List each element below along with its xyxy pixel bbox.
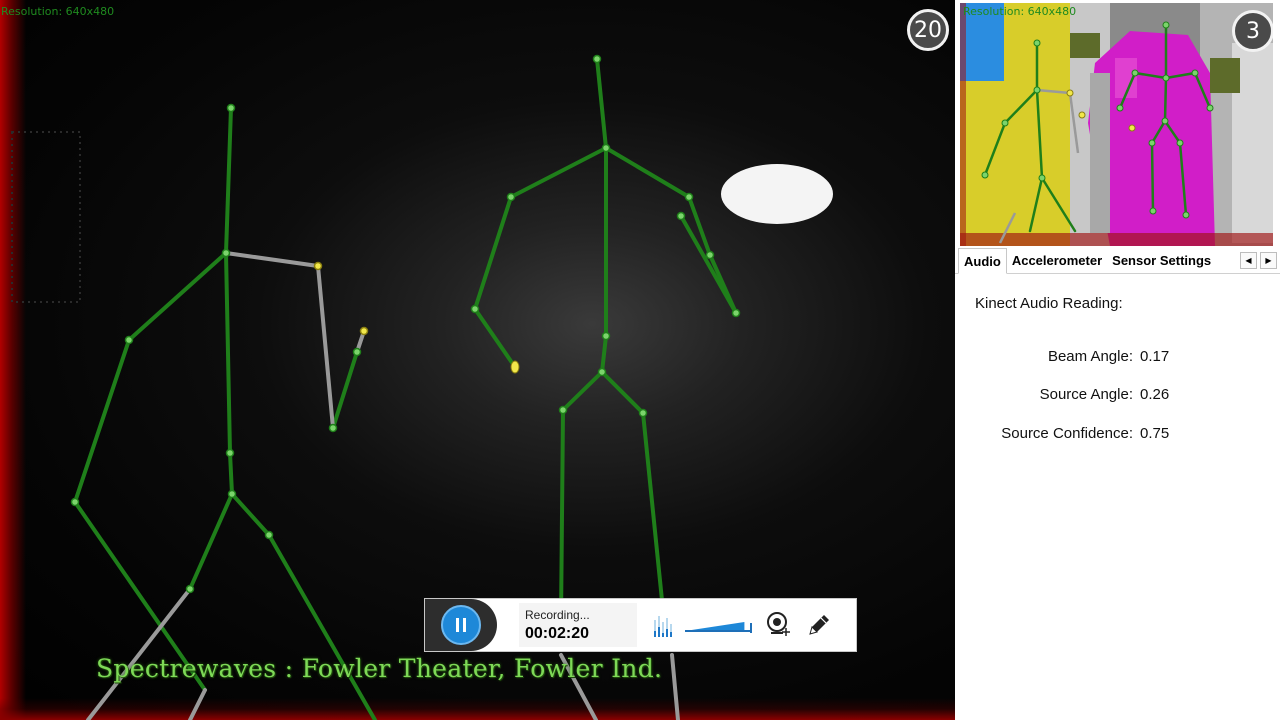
tab-scroll-left-button[interactable]: ◀ (1240, 252, 1257, 269)
beam-angle-label: Beam Angle: (1047, 348, 1133, 365)
preview-resolution-label: Resolution: 640x480 (963, 5, 1077, 18)
venue-caption: Spectrewaves : Fowler Theater, Fowler In… (96, 654, 663, 683)
tab-accelerometer[interactable]: Accelerometer (1007, 248, 1107, 273)
source-confidence-value: 0.75 (1140, 425, 1170, 442)
source-angle-label: Source Angle: (1039, 386, 1133, 403)
beam-angle-row: Beam Angle: 0.17 (955, 348, 1280, 365)
audio-reading-title: Kinect Audio Reading: (975, 295, 1123, 312)
tab-scroll-right-button[interactable]: ▶ (1260, 252, 1277, 269)
tab-audio[interactable]: Audio (958, 248, 1007, 274)
player-count-badge: 3 (1232, 10, 1273, 52)
draw-button[interactable] (805, 610, 833, 640)
audio-meter-button[interactable] (651, 610, 675, 640)
recording-status-box: Recording... 00:02:20 (519, 603, 637, 647)
skeleton-left (70, 103, 377, 720)
bright-light-spot (721, 164, 833, 224)
source-confidence-label: Source Confidence: (1001, 425, 1133, 442)
tab-sensor-settings[interactable]: Sensor Settings (1107, 248, 1216, 273)
pencil-icon (809, 615, 829, 635)
beam-angle-value: 0.17 (1140, 348, 1170, 365)
chevron-left-icon: ◀ (1245, 256, 1252, 265)
depth-map (960, 3, 1273, 246)
recording-toolbar: Recording... 00:02:20 (424, 598, 857, 652)
recording-status: Recording... (525, 607, 590, 622)
tracked-joints-badge: 20 (907, 9, 949, 51)
source-angle-row: Source Angle: 0.26 (955, 386, 1280, 403)
webcam-icon (767, 612, 790, 636)
pause-icon (456, 618, 466, 632)
depth-preview: Resolution: 640x480 3 (960, 3, 1273, 246)
volume-slider-track (685, 622, 752, 633)
recording-elapsed-time: 00:02:20 (525, 624, 590, 642)
audio-level-icon (654, 616, 672, 637)
background-frame (11, 131, 81, 303)
volume-slider[interactable] (685, 610, 753, 640)
source-confidence-row: Source Confidence: 0.75 (955, 425, 1280, 442)
resolution-label: Resolution: 640x480 (1, 5, 115, 18)
color-camera-view: Resolution: 640x480 20 Spectrewaves : Fo… (0, 0, 955, 720)
side-panel: Resolution: 640x480 3 Audio Acceleromete… (955, 0, 1280, 720)
source-angle-value: 0.26 (1140, 386, 1170, 403)
tab-bar: Audio Accelerometer Sensor Settings ◀ ▶ (955, 248, 1280, 274)
webcam-button[interactable] (765, 610, 793, 640)
pause-button-housing (425, 599, 497, 651)
pause-button[interactable] (441, 605, 481, 645)
chevron-right-icon: ▶ (1265, 256, 1272, 265)
